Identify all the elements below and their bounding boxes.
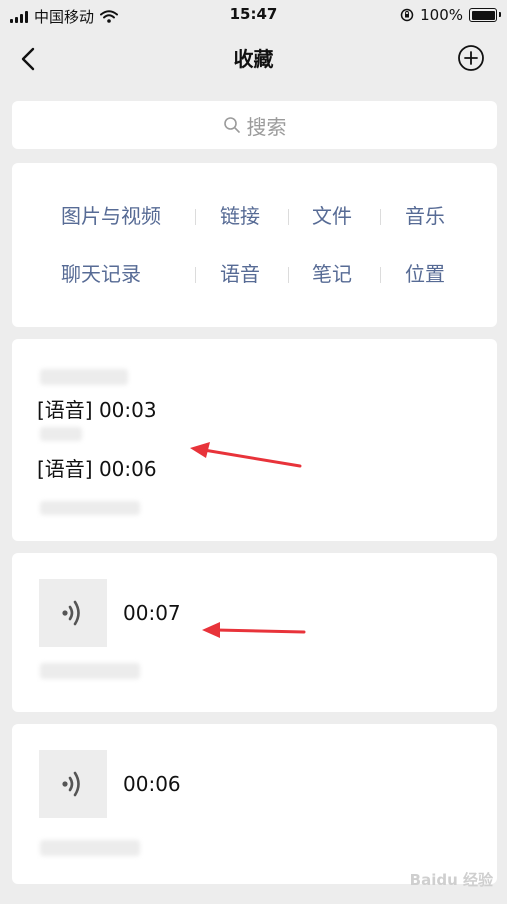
voice-thumbnail — [39, 750, 107, 818]
battery-icon — [469, 8, 501, 22]
voice-duration: 00:06 — [123, 772, 181, 796]
add-circle-icon[interactable] — [457, 44, 485, 72]
blurred-sender — [40, 369, 128, 385]
category-photos-videos[interactable]: 图片与视频 — [61, 201, 161, 231]
annotation-arrow-icon — [202, 622, 306, 638]
page-title: 收藏 — [233, 47, 274, 71]
category-divider — [195, 267, 196, 283]
category-divider — [288, 209, 289, 225]
blurred-source — [40, 501, 140, 515]
orientation-lock-icon — [400, 8, 414, 22]
status-right: 100% — [400, 6, 501, 24]
search-input[interactable]: 搜索 — [12, 101, 497, 149]
battery-percent: 100% — [420, 6, 463, 24]
voice-thumbnail — [39, 579, 107, 647]
blurred-source — [40, 663, 140, 679]
category-links[interactable]: 链接 — [220, 201, 260, 231]
favorite-item-voice[interactable]: 00:06 — [12, 724, 497, 884]
category-divider — [380, 267, 381, 283]
search-placeholder: 搜索 — [246, 114, 287, 139]
category-chat-history[interactable]: 聊天记录 — [61, 259, 141, 289]
voice-duration: 00:07 — [123, 601, 181, 625]
watermark: Baidu 经验 — [409, 871, 493, 889]
category-divider — [288, 267, 289, 283]
category-files[interactable]: 文件 — [312, 201, 352, 231]
blurred-source — [40, 840, 140, 856]
category-divider — [195, 209, 196, 225]
category-location[interactable]: 位置 — [405, 259, 445, 289]
chat-voice-line: [语音] 00:06 — [37, 457, 157, 481]
category-divider — [380, 209, 381, 225]
category-card: 图片与视频 链接 文件 音乐 聊天记录 语音 笔记 位置 — [12, 163, 497, 327]
nav-bar: 收藏 — [0, 30, 507, 86]
category-notes[interactable]: 笔记 — [312, 259, 352, 289]
category-row-2: 聊天记录 语音 笔记 位置 — [12, 259, 497, 289]
battery-fill — [471, 10, 495, 20]
category-row-1: 图片与视频 链接 文件 音乐 — [12, 201, 497, 231]
category-music[interactable]: 音乐 — [405, 201, 445, 231]
annotation-arrow-icon — [190, 442, 302, 468]
voice-wave-icon — [62, 771, 80, 797]
blurred-sender — [40, 427, 82, 441]
category-voice[interactable]: 语音 — [220, 259, 260, 289]
voice-wave-icon — [62, 600, 80, 626]
status-bar: 中国移动 15:47 100% — [0, 0, 507, 30]
search-icon — [223, 117, 240, 133]
chat-voice-line: [语音] 00:03 — [37, 398, 157, 422]
